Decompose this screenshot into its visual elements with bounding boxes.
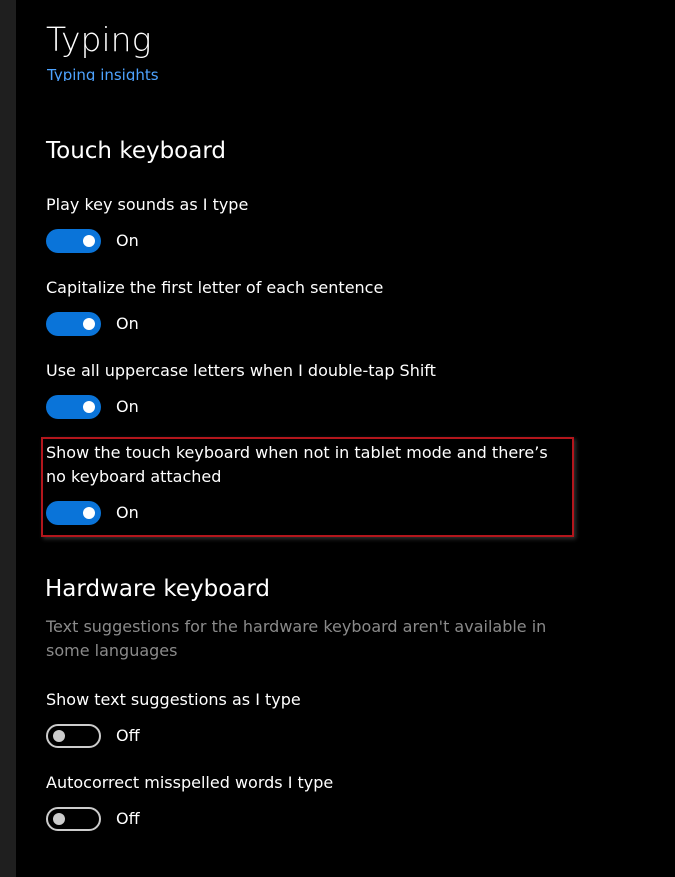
show-text-suggestions-label: Show text suggestions as I type <box>46 690 301 709</box>
toggle-knob <box>83 235 95 247</box>
autocorrect-state: Off <box>116 809 140 828</box>
show-touch-keyboard-label: Show the touch keyboard when not in tabl… <box>46 443 548 486</box>
page-title: Typing <box>46 20 152 59</box>
show-touch-keyboard-state: On <box>116 503 139 522</box>
play-key-sounds-toggle[interactable] <box>46 229 101 253</box>
play-key-sounds-label: Play key sounds as I type <box>46 195 249 214</box>
typing-insights-link[interactable]: Typing insights <box>47 66 159 81</box>
show-touch-keyboard-toggle[interactable] <box>46 501 101 525</box>
show-text-suggestions-toggle[interactable] <box>46 724 101 748</box>
show-text-suggestions-state: Off <box>116 726 140 745</box>
touch-keyboard-heading: Touch keyboard <box>46 138 227 164</box>
play-key-sounds-state: On <box>116 231 139 250</box>
autocorrect-toggle[interactable] <box>46 807 101 831</box>
toggle-knob <box>83 318 95 330</box>
capitalize-first-letter-label: Capitalize the first letter of each sent… <box>46 278 384 297</box>
hardware-keyboard-heading: Hardware keyboard <box>45 576 271 602</box>
toggle-knob <box>83 401 95 413</box>
uppercase-double-tap-label: Use all uppercase letters when I double-… <box>46 361 436 380</box>
toggle-knob <box>83 507 95 519</box>
uppercase-double-tap-toggle[interactable] <box>46 395 101 419</box>
hardware-keyboard-description: Text suggestions for the hardware keyboa… <box>46 617 547 660</box>
capitalize-first-letter-toggle[interactable] <box>46 312 101 336</box>
uppercase-double-tap-state: On <box>116 397 139 416</box>
toggle-knob <box>53 813 65 825</box>
settings-page: Typing Typing insights Touch keyboard Pl… <box>16 0 675 877</box>
left-pane-edge <box>0 0 16 877</box>
capitalize-first-letter-state: On <box>116 314 139 333</box>
autocorrect-label: Autocorrect misspelled words I type <box>46 773 334 792</box>
toggle-knob <box>53 730 65 742</box>
